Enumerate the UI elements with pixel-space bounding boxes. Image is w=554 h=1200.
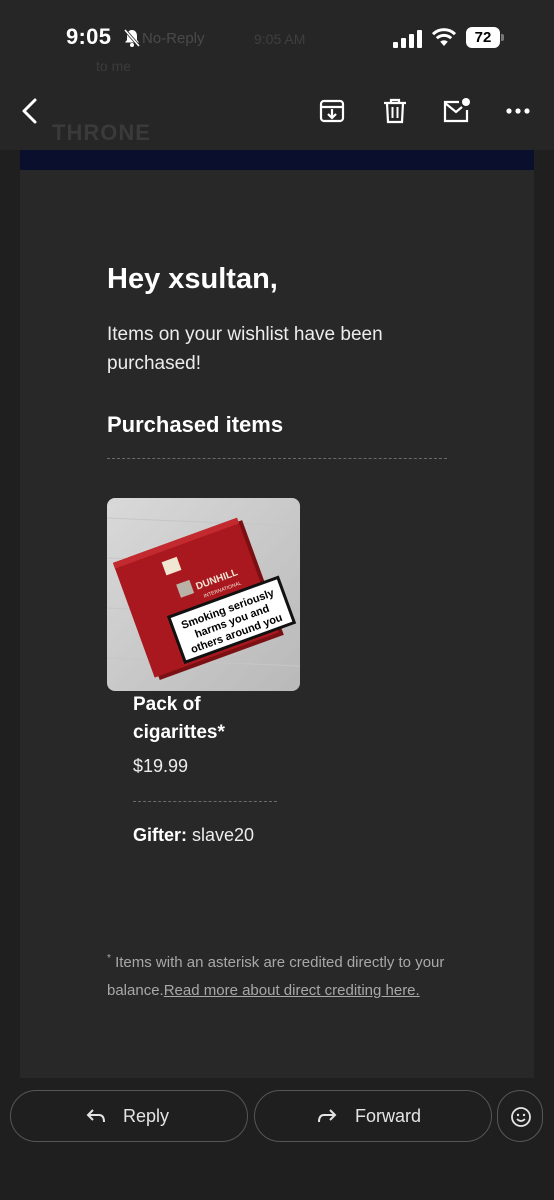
forward-label: Forward bbox=[355, 1106, 422, 1126]
mark-unread-icon[interactable] bbox=[441, 96, 471, 126]
background-time: 9:05 AM bbox=[254, 31, 306, 47]
archive-icon[interactable] bbox=[317, 96, 347, 126]
status-time: 9:05 bbox=[66, 24, 112, 49]
gifter-label: Gifter: bbox=[133, 825, 187, 845]
battery-icon: 72 bbox=[466, 27, 504, 48]
asterisk-mark: * bbox=[107, 953, 111, 964]
cigarette-pack-image[interactable]: DUNHILL INTERNATIONAL Smoking seriously … bbox=[107, 498, 300, 691]
back-icon[interactable] bbox=[16, 96, 46, 126]
signal-icon bbox=[393, 30, 422, 48]
email-toolbar: THRONE bbox=[0, 72, 554, 150]
reply-icon bbox=[86, 1109, 105, 1123]
email-header-band bbox=[20, 150, 534, 170]
gifter-name: slave20 bbox=[192, 825, 255, 845]
gifter-line: Gifter: slave20 bbox=[133, 825, 254, 846]
item-price: $19.99 bbox=[133, 756, 189, 776]
forward-icon bbox=[318, 1109, 337, 1123]
trash-icon[interactable] bbox=[380, 96, 410, 126]
intro-text: Items on your wishlist have been purchas… bbox=[107, 324, 383, 374]
background-logo: THRONE bbox=[52, 120, 151, 145]
bell-slash-icon bbox=[123, 29, 141, 47]
footnote: * Items with an asterisk are credited di… bbox=[107, 945, 457, 1005]
wifi-icon bbox=[431, 28, 457, 46]
forward-button[interactable]: Forward bbox=[254, 1090, 492, 1142]
reply-label: Reply bbox=[123, 1106, 170, 1126]
item-divider bbox=[133, 801, 277, 802]
item-name: Pack of cigarittes* bbox=[133, 694, 225, 743]
reply-button[interactable]: Reply bbox=[10, 1090, 248, 1142]
greeting: Hey xsultan, bbox=[107, 263, 278, 295]
more-icon[interactable] bbox=[503, 96, 533, 126]
divider bbox=[107, 458, 447, 459]
smiley-icon bbox=[511, 1107, 531, 1127]
background-sender: No-Reply bbox=[142, 30, 205, 47]
bottom-action-bar: Reply Forward bbox=[0, 1078, 554, 1200]
email-body: Hey xsultan, Items on your wishlist have… bbox=[20, 150, 534, 1078]
section-title: Purchased items bbox=[107, 412, 284, 437]
emoji-reaction-button[interactable] bbox=[497, 1090, 543, 1142]
direct-crediting-link[interactable]: Read more about direct crediting here. bbox=[164, 982, 420, 999]
battery-level: 72 bbox=[466, 27, 500, 48]
status-bar: No-Reply 9:05 AM to me 9:05 72 bbox=[0, 0, 554, 74]
